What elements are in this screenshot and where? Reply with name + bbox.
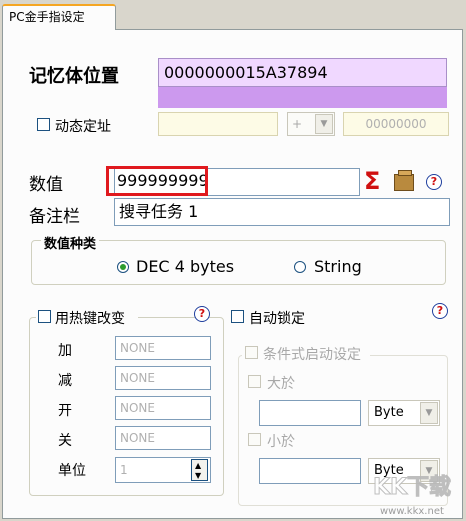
dynamic-address-label: 动态定址 [55,119,111,135]
conditional-checkbox[interactable] [245,346,258,359]
value-label: 数值 [29,175,63,195]
dynamic-base-field [158,112,278,136]
autolock-checkbox[interactable] [231,310,244,323]
hotkey-off-field[interactable]: NONE [115,426,211,450]
package-icon[interactable] [394,170,414,191]
radio-dec-4-bytes-label: DEC 4 bytes [136,257,235,276]
hotkey-unit-label: 单位 [58,463,86,479]
offset-sign-value: + [292,117,303,131]
value-input-highlight[interactable]: 999999999 [106,166,208,196]
hotkey-label: 用热键改变 [55,311,125,327]
less-than-label: 小於 [267,434,295,450]
watermark-url: www.kkx.net [380,506,444,517]
radio-string-label: String [314,257,362,276]
less-than-checkbox[interactable] [248,433,261,446]
greater-than-checkbox[interactable] [248,375,261,388]
tab-pc-cheat-settings[interactable]: PC金手指设定 [2,4,116,30]
memory-address-bar [158,87,447,108]
conditional-label: 条件式启动设定 [263,347,361,363]
memory-location-label: 记忆体位置 [29,66,119,87]
sigma-icon[interactable]: Σ [364,168,380,194]
watermark-logo: KK下载 [364,474,460,508]
hotkey-subtract-label: 减 [58,373,72,389]
greater-than-label: 大於 [267,376,295,392]
hotkey-subtract-field[interactable]: NONE [115,366,211,390]
autolock-help-icon[interactable]: ? [432,303,448,319]
hotkey-help-icon[interactable]: ? [194,306,210,322]
hotkey-add-label: 加 [58,343,72,359]
chevron-down-icon: ▼ [315,114,333,134]
note-input[interactable]: 搜寻任务 1 [114,198,450,226]
spin-up-icon[interactable]: ▲ [195,461,201,470]
hotkey-on-label: 开 [58,403,72,419]
radio-dec-4-bytes[interactable] [117,261,129,273]
note-label: 备注栏 [29,207,80,227]
offset-value-field: 00000000 [343,112,449,136]
radio-string[interactable] [294,261,306,273]
hotkey-off-label: 关 [58,433,72,449]
spin-down-icon[interactable]: ▼ [195,471,201,480]
hotkey-on-field[interactable]: NONE [115,396,211,420]
less-than-field[interactable] [259,458,361,484]
hotkey-checkbox[interactable] [38,310,51,323]
dynamic-address-checkbox[interactable] [37,118,50,131]
greater-than-field[interactable] [259,400,361,426]
greater-than-type-value: Byte [374,405,404,420]
watermark-logo-text: KK下载 [372,475,452,501]
value-type-label: 数值种类 [41,233,100,252]
autolock-label: 自动锁定 [249,311,305,327]
memory-address-field[interactable]: 0000000015A37894 [158,58,447,87]
help-icon[interactable]: ? [426,174,442,190]
chevron-down-icon[interactable]: ▼ [420,402,438,424]
hotkey-add-field[interactable]: NONE [115,336,211,360]
unit-spinner[interactable]: ▲ ▼ [191,459,208,481]
